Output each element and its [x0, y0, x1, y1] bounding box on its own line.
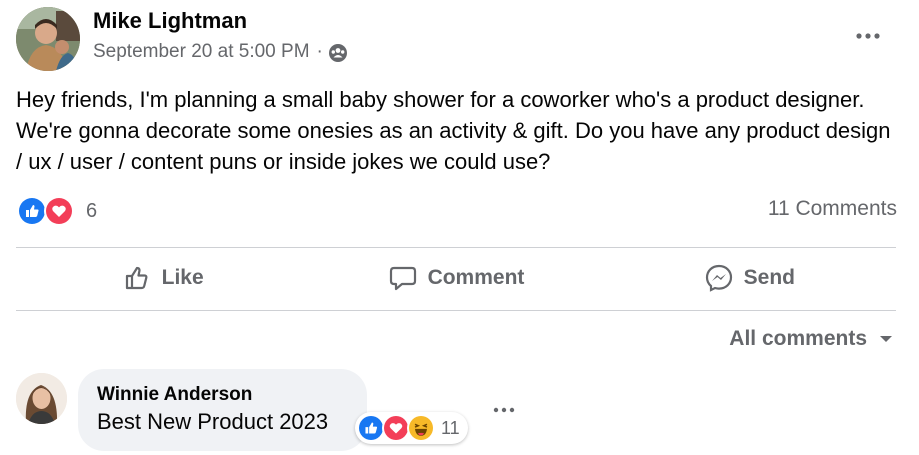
haha-reaction-icon	[407, 414, 435, 442]
comment-button[interactable]: Comment	[309, 248, 602, 308]
comments-filter-dropdown[interactable]: All comments	[729, 327, 893, 351]
feed-post: Mike Lightman September 20 at 5:00 PM · …	[0, 0, 919, 455]
comment-text: Best New Product 2023	[97, 409, 329, 434]
post-action-bar: Like Comment Send	[16, 248, 896, 308]
divider	[16, 310, 896, 311]
like-button[interactable]: Like	[16, 248, 309, 308]
post-body: Hey friends, I'm planning a small baby s…	[16, 87, 891, 174]
reactions-count: 6	[86, 199, 98, 222]
messenger-icon	[705, 264, 732, 292]
post-options-button[interactable]	[852, 22, 884, 50]
love-reaction-icon	[382, 414, 410, 442]
author-name[interactable]: Mike Lightman	[93, 8, 247, 34]
send-button[interactable]: Send	[603, 248, 896, 308]
comments-filter-label: All comments	[729, 327, 867, 350]
friends-group-icon[interactable]	[328, 43, 348, 63]
comment-bubble-icon	[389, 266, 416, 291]
like-label: Like	[161, 266, 204, 289]
comment-options-button[interactable]	[490, 398, 518, 422]
like-reaction-icon	[17, 196, 47, 226]
love-reaction-icon	[44, 196, 74, 226]
send-label: Send	[743, 266, 795, 289]
thumbs-up-icon	[125, 266, 148, 290]
comment-reactions-count: 11	[441, 417, 460, 438]
author-avatar[interactable]	[16, 7, 80, 71]
reactions-summary[interactable]: 6	[17, 195, 97, 227]
commenter-avatar[interactable]	[16, 373, 67, 424]
more-horizontal-icon	[856, 33, 880, 39]
like-reaction-icon	[357, 414, 385, 442]
post-timestamp[interactable]: September 20 at 5:00 PM	[93, 41, 310, 63]
comment-reactions[interactable]: 11	[355, 412, 468, 444]
meta-separator: ·	[316, 41, 323, 62]
comment-label: Comment	[427, 266, 525, 289]
comment-author[interactable]: Winnie Anderson	[97, 384, 252, 406]
comments-count-link[interactable]: 11 Comments	[768, 197, 897, 221]
post-meta: September 20 at 5:00 PM ·	[93, 41, 348, 63]
caret-down-icon	[880, 336, 892, 342]
more-horizontal-icon	[493, 407, 515, 413]
